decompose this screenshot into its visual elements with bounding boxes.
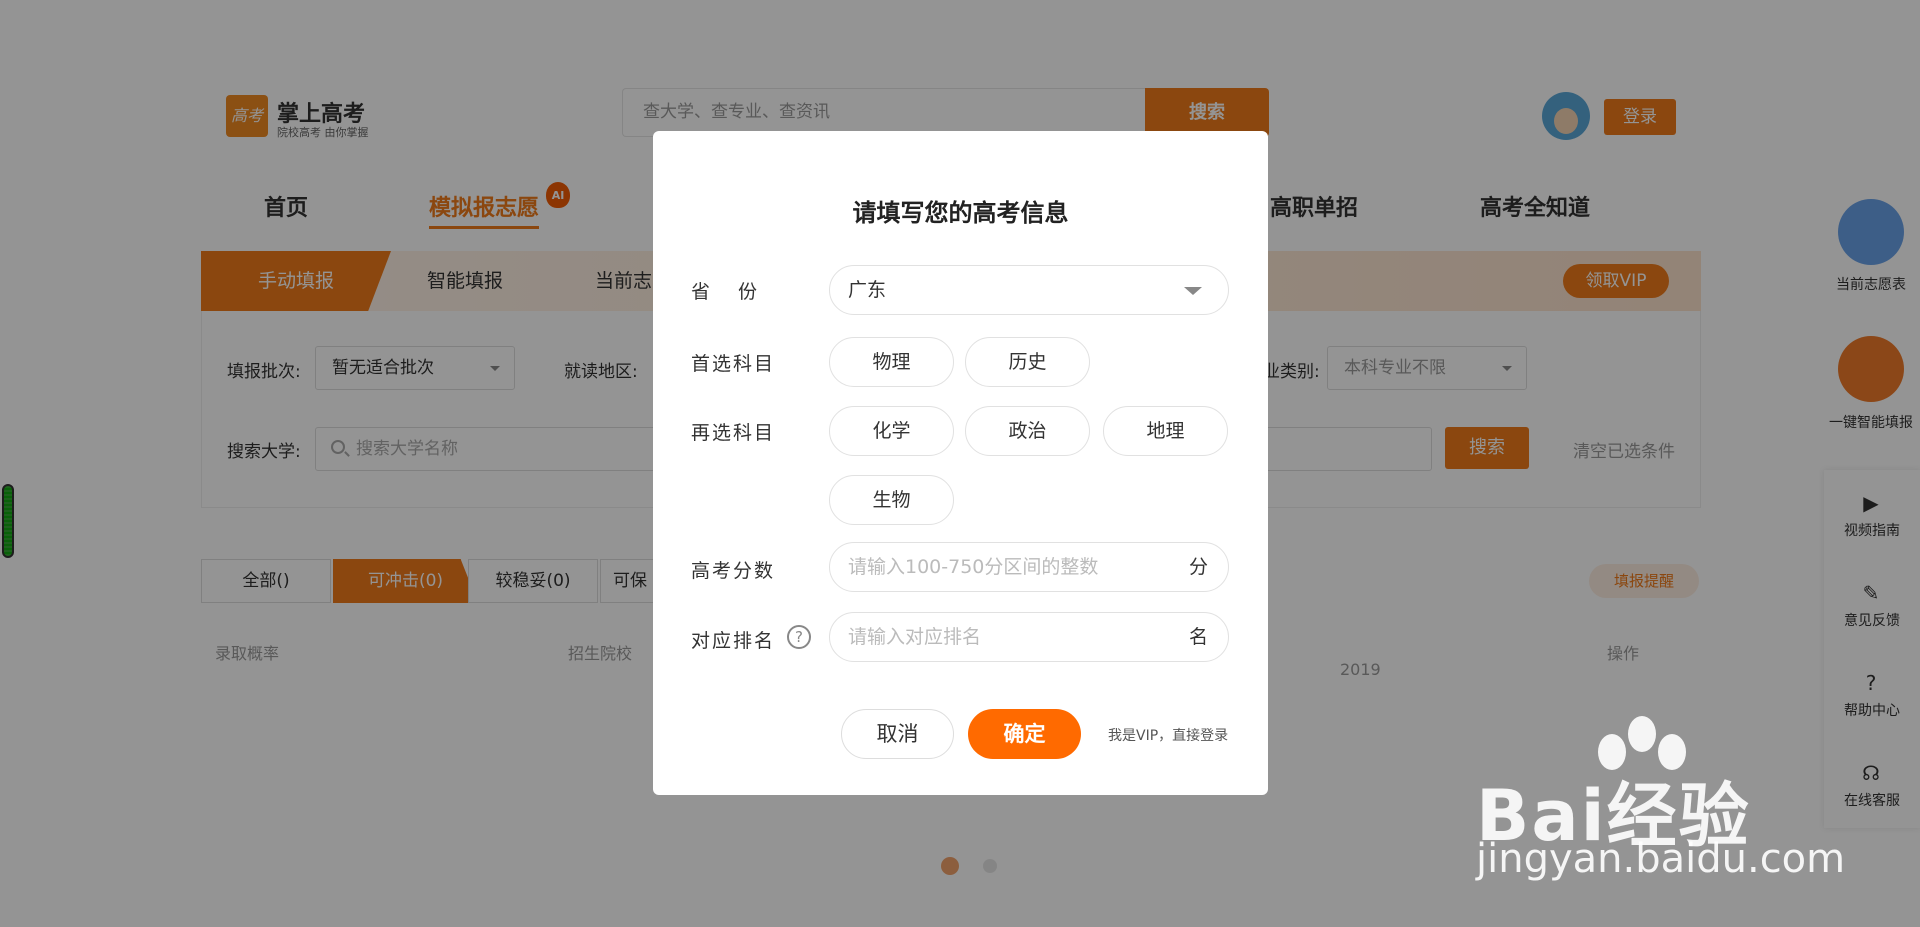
province-select[interactable]: 广东 — [829, 265, 1229, 315]
score-field: 分 — [829, 542, 1229, 592]
score-label: 高考分数 — [691, 560, 776, 582]
subject-chemistry-chip[interactable]: 化学 — [829, 406, 954, 456]
subject-geography-chip[interactable]: 地理 — [1103, 406, 1228, 456]
subject-history-chip[interactable]: 历史 — [965, 337, 1090, 387]
chevron-down-icon — [1184, 287, 1202, 295]
province-label: 省份 — [691, 281, 786, 303]
province-value: 广东 — [848, 279, 887, 301]
question-icon[interactable]: ? — [787, 625, 811, 649]
dialog-title: 请填写您的高考信息 — [852, 199, 1069, 227]
watermark-url: jingyan.baidu.com — [1476, 836, 1846, 882]
second-subject-label: 再选科目 — [691, 422, 776, 444]
confirm-button[interactable]: 确定 — [968, 709, 1081, 759]
score-input[interactable] — [848, 543, 1168, 591]
rank-label: 对应排名 — [691, 630, 776, 652]
subject-politics-chip[interactable]: 政治 — [965, 406, 1090, 456]
subject-biology-chip[interactable]: 生物 — [829, 475, 954, 525]
rank-field: 名 — [829, 612, 1229, 662]
first-subject-label: 首选科目 — [691, 353, 776, 375]
cancel-button[interactable]: 取消 — [841, 709, 954, 759]
vip-login-link[interactable]: 我是VIP，直接登录 — [1108, 725, 1228, 745]
subject-physics-chip[interactable]: 物理 — [829, 337, 954, 387]
score-unit: 分 — [1188, 556, 1208, 578]
rank-input[interactable] — [848, 613, 1168, 661]
rank-unit: 名 — [1188, 626, 1208, 648]
gaokao-info-dialog: 请填写您的高考信息 省份 广东 首选科目 物理 历史 再选科目 化学 政治 地理… — [653, 131, 1268, 795]
